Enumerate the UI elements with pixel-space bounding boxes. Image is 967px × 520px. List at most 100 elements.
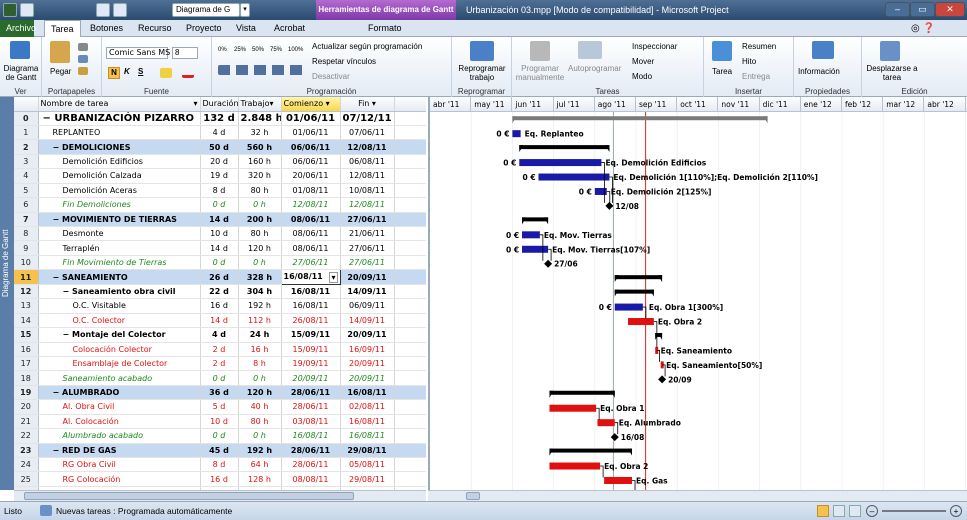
header-fin[interactable]: Fin ▾: [340, 97, 395, 112]
gantt-view-button[interactable]: Diagrama de Gantt: [2, 64, 40, 82]
row-id[interactable]: 9: [14, 240, 39, 256]
pct-0-button[interactable]: 0%: [218, 47, 227, 53]
table-row[interactable]: 20 Al. Obra Civil 5 d 40 h 28/06/11 02/08/11: [14, 399, 426, 415]
duration-cell[interactable]: 132 d: [200, 111, 239, 126]
end-cell[interactable]: 20/09/11: [340, 356, 395, 372]
work-cell[interactable]: 2.848 h: [238, 111, 282, 126]
start-cell[interactable]: 01/06/11: [281, 111, 341, 126]
extra-cell[interactable]: [394, 197, 426, 213]
link-tasks-icons[interactable]: [218, 65, 304, 75]
start-cell[interactable]: 19/09/11: [281, 356, 341, 372]
milestone-marker[interactable]: [610, 433, 619, 442]
collapse-icon[interactable]: −: [53, 273, 63, 282]
row-id[interactable]: 23: [14, 443, 39, 459]
end-cell[interactable]: 20/09/11: [340, 269, 395, 285]
task-name-cell[interactable]: Demolición Calzada: [38, 168, 201, 184]
task-name-cell[interactable]: − Saneamiento obra civil: [38, 284, 201, 300]
work-cell[interactable]: 80 h: [238, 414, 282, 430]
work-cell[interactable]: 560 h: [238, 139, 282, 155]
row-id[interactable]: 10: [14, 255, 39, 271]
table-row[interactable]: 8 Desmonte 10 d 80 h 08/06/11 21/06/11: [14, 226, 426, 242]
work-cell[interactable]: 40 h: [238, 399, 282, 415]
table-row[interactable]: 21 Al. Colocación 10 d 80 h 03/08/11 16/08/11: [14, 414, 426, 430]
save-icon[interactable]: [20, 3, 34, 17]
end-cell[interactable]: 16/08/11: [340, 414, 395, 430]
milestone-marker[interactable]: [605, 201, 614, 210]
row-id[interactable]: 8: [14, 226, 39, 242]
critical-task-bar[interactable]: [549, 404, 597, 412]
extra-cell[interactable]: [394, 298, 426, 314]
task-name-cell[interactable]: Fin Movimiento de Tierras: [38, 255, 201, 271]
start-cell[interactable]: 01/06/11: [281, 125, 341, 141]
task-name-cell[interactable]: O.C. Colector: [38, 313, 201, 329]
information-button[interactable]: Información: [798, 67, 840, 76]
duration-cell[interactable]: 5 d: [200, 399, 239, 415]
row-id[interactable]: 1: [14, 125, 39, 141]
collapse-icon[interactable]: −: [63, 287, 73, 296]
milestone-button[interactable]: Hito: [742, 57, 756, 66]
header-trabajo[interactable]: Trabajo▾: [238, 97, 282, 112]
redo-icon[interactable]: [113, 3, 127, 17]
critical-task-bar[interactable]: [549, 462, 601, 470]
task-usage-icon[interactable]: [833, 505, 845, 517]
summary-bar[interactable]: [522, 217, 549, 222]
extra-cell[interactable]: [394, 385, 426, 401]
undo-icon[interactable]: [96, 3, 110, 17]
insert-task-button[interactable]: Tarea: [712, 67, 732, 76]
row-id[interactable]: 4: [14, 168, 39, 184]
scroll-thumb[interactable]: [466, 492, 480, 500]
work-cell[interactable]: 80 h: [238, 183, 282, 199]
table-row[interactable]: 16 Colocación Colector 2 d 16 h 15/09/11 16/0…: [14, 342, 426, 357]
table-row[interactable]: 17 Ensamblaje de Colector 2 d8 h 19/09/11 20…: [14, 356, 426, 372]
start-cell[interactable]: 16/08/11: [281, 284, 341, 300]
extra-cell[interactable]: [394, 139, 426, 155]
duration-cell[interactable]: 2 d: [200, 356, 239, 372]
task-name-cell[interactable]: Saneamiento acabado: [38, 370, 201, 386]
zoom-out-icon[interactable]: –: [866, 505, 878, 517]
end-cell[interactable]: 16/09/11: [340, 342, 395, 357]
dependency-link[interactable]: [614, 422, 619, 435]
extra-cell[interactable]: [394, 370, 426, 386]
manual-schedule-button[interactable]: Programar manualmente: [512, 64, 568, 82]
task-name-cell[interactable]: − RED DE GAS: [38, 443, 201, 459]
duration-cell[interactable]: 0 d: [200, 370, 239, 386]
extra-cell[interactable]: [394, 212, 426, 228]
end-cell[interactable]: 27/06/11: [340, 240, 395, 256]
end-cell[interactable]: 12/08/11: [340, 197, 395, 213]
pct-100-button[interactable]: 100%: [288, 47, 303, 53]
tab-vista[interactable]: Vista: [230, 20, 262, 37]
start-cell[interactable]: 20/06/11: [281, 168, 341, 184]
table-row[interactable]: 13 O.C. Visitable 16 d 192 h 16/08/11 06/09/1…: [14, 298, 426, 314]
end-cell[interactable]: 14/09/11: [340, 284, 395, 300]
extra-cell[interactable]: [394, 327, 426, 343]
table-row[interactable]: 7− MOVIMIENTO DE TIERRAS 14 d 200 h 08/06/1…: [14, 212, 426, 228]
table-row[interactable]: 9 Terraplén 14 d 120 h 08/06/11 27/06/11: [14, 240, 426, 256]
work-cell[interactable]: 16 h: [238, 342, 282, 357]
deliverable-button[interactable]: Entrega: [742, 72, 770, 81]
work-cell[interactable]: 0 h: [238, 197, 282, 213]
end-cell[interactable]: 20/09/11: [340, 327, 395, 343]
start-cell[interactable]: 20/09/11: [281, 370, 341, 386]
duration-cell[interactable]: 14 d: [200, 240, 239, 256]
filter-icon[interactable]: ▾: [193, 99, 197, 108]
extra-cell[interactable]: [394, 183, 426, 199]
row-id[interactable]: 25: [14, 471, 39, 487]
new-tasks-mode[interactable]: Nuevas tareas : Programada automáticamen…: [56, 506, 232, 516]
work-cell[interactable]: 304 h: [238, 284, 282, 300]
move-button[interactable]: Mover: [632, 57, 654, 66]
task-name-cell[interactable]: Ensamblaje de Colector: [38, 356, 201, 372]
collapse-icon[interactable]: −: [53, 446, 63, 455]
duration-cell[interactable]: 19 d: [200, 168, 239, 184]
start-cell[interactable]: 08/08/11: [281, 471, 341, 487]
start-cell[interactable]: 08/06/11: [281, 240, 341, 256]
bold-button[interactable]: N: [108, 67, 120, 79]
tab-proyecto[interactable]: Proyecto: [180, 20, 228, 37]
summary-bar[interactable]: [614, 275, 663, 280]
summary-bar[interactable]: [614, 289, 654, 294]
start-cell[interactable]: 28/06/11: [281, 399, 341, 415]
duration-cell[interactable]: 14 d: [200, 212, 239, 228]
duration-cell[interactable]: 16 d: [200, 471, 239, 487]
end-cell[interactable]: 29/08/11: [340, 471, 395, 487]
start-cell[interactable]: 15/09/11: [281, 327, 341, 343]
task-name-cell[interactable]: − SANEAMIENTO: [38, 269, 201, 285]
